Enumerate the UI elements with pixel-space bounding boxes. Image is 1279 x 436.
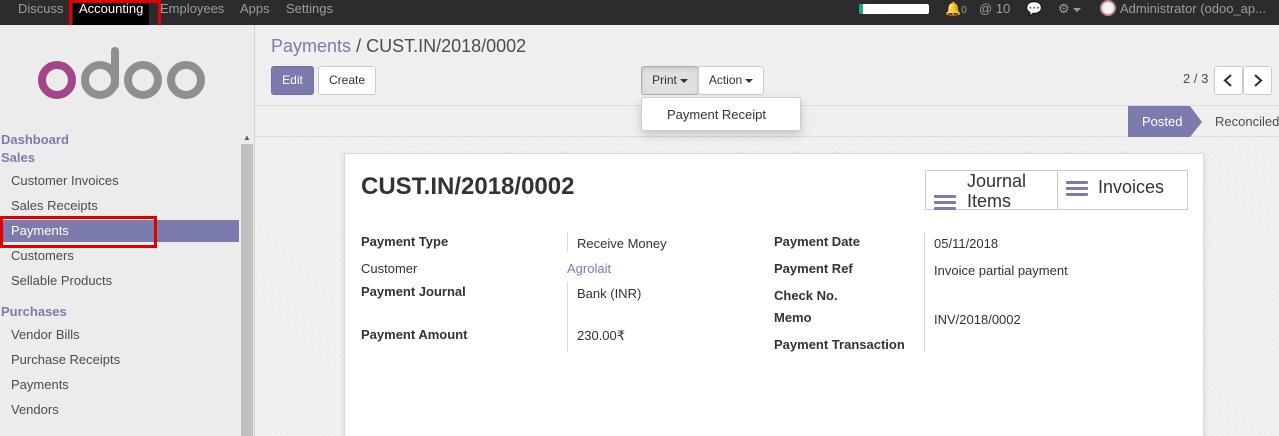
value-payment-date[interactable]: 05/11/2018	[934, 236, 998, 251]
menu-employees[interactable]: Employees	[160, 0, 224, 25]
highlight-payments	[0, 216, 157, 248]
pager-next-button[interactable]	[1243, 66, 1272, 95]
notifications-count: 0	[961, 5, 967, 16]
label-payment-date: Payment Date	[774, 234, 860, 249]
scroll-up-arrow[interactable]: ▲	[241, 132, 253, 144]
debug-icon[interactable]: ⚙	[1058, 0, 1081, 25]
record-title: CUST.IN/2018/0002	[361, 173, 575, 200]
top-navbar: Discuss Accounting Employees Apps Settin…	[0, 0, 1279, 25]
menu-discuss[interactable]: Discuss	[18, 0, 64, 25]
sidebar-item-vendors[interactable]: Vendors	[0, 399, 239, 421]
bell-icon: 🔔	[945, 1, 962, 16]
breadcrumb-separator: /	[356, 36, 362, 56]
list-icon	[934, 195, 956, 211]
sidebar-heading-purchases: Purchases	[1, 304, 67, 319]
label-payment-ref: Payment Ref	[774, 261, 853, 276]
progress-indicator	[859, 4, 929, 14]
value-payment-type[interactable]: Receive Money	[577, 236, 667, 251]
chevron-left-icon	[1223, 74, 1232, 87]
journal-items-label-line1: Journal	[967, 171, 1027, 191]
value-payment-ref[interactable]: Invoice partial payment	[934, 263, 1068, 278]
sidebar-item-sales-receipts[interactable]: Sales Receipts	[0, 195, 239, 217]
mentions-toggle[interactable]: @ 10	[979, 0, 1010, 25]
stage-posted: Posted	[1128, 106, 1202, 137]
print-dropdown-menu: Payment Receipt	[641, 97, 801, 131]
value-payment-journal[interactable]: Bank (INR)	[577, 286, 641, 301]
print-button[interactable]: Print	[641, 66, 699, 95]
value-payment-amount[interactable]: 230.00₹	[577, 328, 625, 344]
odoo-logo	[38, 47, 205, 99]
breadcrumb-parent[interactable]: Payments	[271, 36, 351, 56]
breadcrumb: Payments / CUST.IN/2018/0002	[271, 36, 526, 57]
at-icon: @	[979, 1, 993, 16]
avatar	[1100, 0, 1116, 16]
value-customer[interactable]: Agrolait	[567, 261, 611, 276]
mentions-count: 10	[995, 1, 1011, 16]
invoices-button[interactable]: Invoices	[1058, 171, 1188, 209]
label-payment-journal: Payment Journal	[361, 284, 466, 299]
sidebar-dashboard[interactable]: Dashboard	[1, 132, 69, 147]
sidebar-item-sellable-products[interactable]: Sellable Products	[0, 270, 239, 292]
journal-items-button[interactable]: Journal Items	[926, 171, 1057, 211]
create-button[interactable]: Create	[318, 66, 376, 95]
user-menu[interactable]: Administrator (odoo_ap...	[1100, 0, 1266, 25]
label-payment-amount: Payment Amount	[361, 327, 468, 342]
label-check-no: Check No.	[774, 288, 838, 303]
sidebar-item-purchase-payments[interactable]: Payments	[0, 374, 239, 396]
chevron-right-icon	[1254, 74, 1263, 87]
list-icon	[1066, 181, 1088, 197]
field-divider	[924, 232, 925, 352]
breadcrumb-current: CUST.IN/2018/0002	[366, 36, 527, 56]
action-button[interactable]: Action	[698, 66, 764, 95]
label-memo: Memo	[774, 310, 812, 325]
action-label: Action	[708, 73, 743, 87]
stage-reconciled: Reconciled	[1215, 114, 1279, 129]
field-divider	[567, 232, 568, 252]
edit-button[interactable]: Edit	[271, 66, 314, 95]
invoices-label: Invoices	[1098, 177, 1165, 197]
label-payment-type: Payment Type	[361, 234, 449, 249]
value-memo[interactable]: INV/2018/0002	[934, 312, 1021, 327]
label-payment-transaction: Payment Transaction	[774, 337, 905, 352]
chevron-down-icon	[679, 78, 688, 83]
pager-previous-button[interactable]	[1214, 66, 1243, 95]
journal-items-label-line2: Items	[967, 191, 1012, 211]
chevron-down-icon	[745, 78, 754, 83]
notifications-toggle[interactable]: 🔔0	[945, 0, 967, 25]
menu-settings[interactable]: Settings	[286, 0, 333, 25]
sidebar-item-customers[interactable]: Customers	[0, 245, 239, 267]
sidebar-heading-sales: Sales	[1, 150, 35, 165]
menu-item-payment-receipt[interactable]: Payment Receipt	[667, 107, 766, 122]
label-customer: Customer	[361, 261, 418, 276]
sidebar-item-customer-invoices[interactable]: Customer Invoices	[0, 170, 239, 192]
chat-icon[interactable]: 💬	[1026, 0, 1042, 25]
field-divider	[567, 282, 568, 352]
smart-buttons: Journal Items Invoices	[925, 170, 1188, 211]
pager-value: 2 / 3	[1183, 71, 1209, 86]
sidebar-item-vendor-bills[interactable]: Vendor Bills	[0, 324, 239, 346]
sidebar-item-purchase-receipts[interactable]: Purchase Receipts	[0, 349, 239, 371]
sidebar-scrollbar[interactable]	[241, 144, 253, 436]
print-label: Print	[652, 73, 677, 87]
user-name: Administrator (odoo_ap...	[1120, 1, 1266, 16]
menu-apps[interactable]: Apps	[240, 0, 270, 25]
